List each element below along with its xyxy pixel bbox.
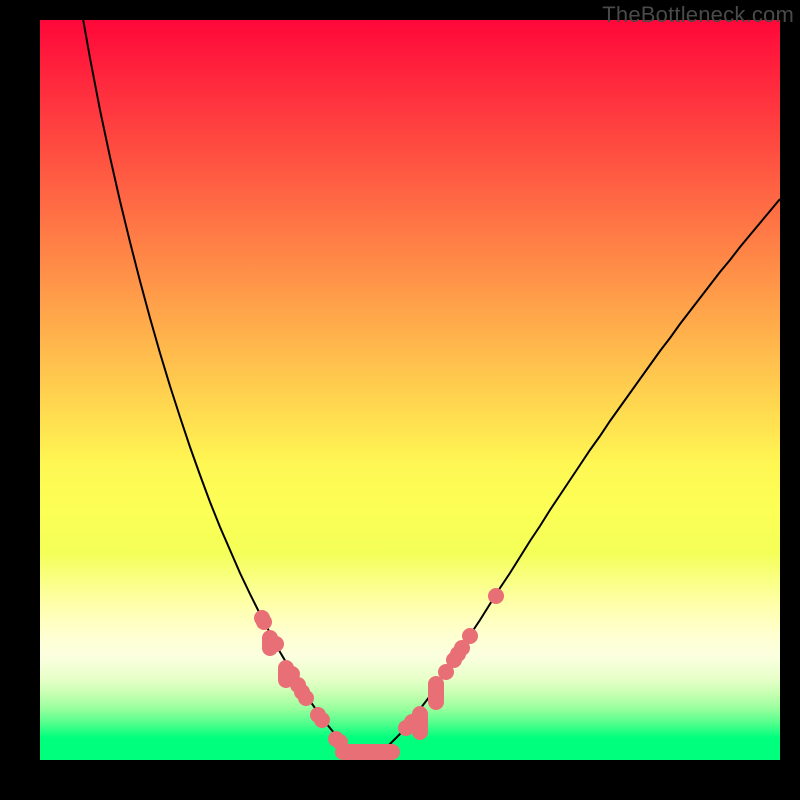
data-cluster xyxy=(262,630,278,656)
data-cluster xyxy=(335,744,400,760)
data-cluster xyxy=(428,676,444,710)
bottleneck-curve xyxy=(40,20,780,760)
data-point xyxy=(488,588,504,604)
watermark-text: TheBottleneck.com xyxy=(602,2,794,28)
chart-stage: TheBottleneck.com xyxy=(0,0,800,800)
data-point xyxy=(462,628,478,644)
data-point xyxy=(256,614,272,630)
plot-area xyxy=(40,20,780,760)
data-point xyxy=(314,712,330,728)
data-point xyxy=(404,714,420,730)
data-point xyxy=(298,690,314,706)
data-cluster xyxy=(278,660,294,688)
